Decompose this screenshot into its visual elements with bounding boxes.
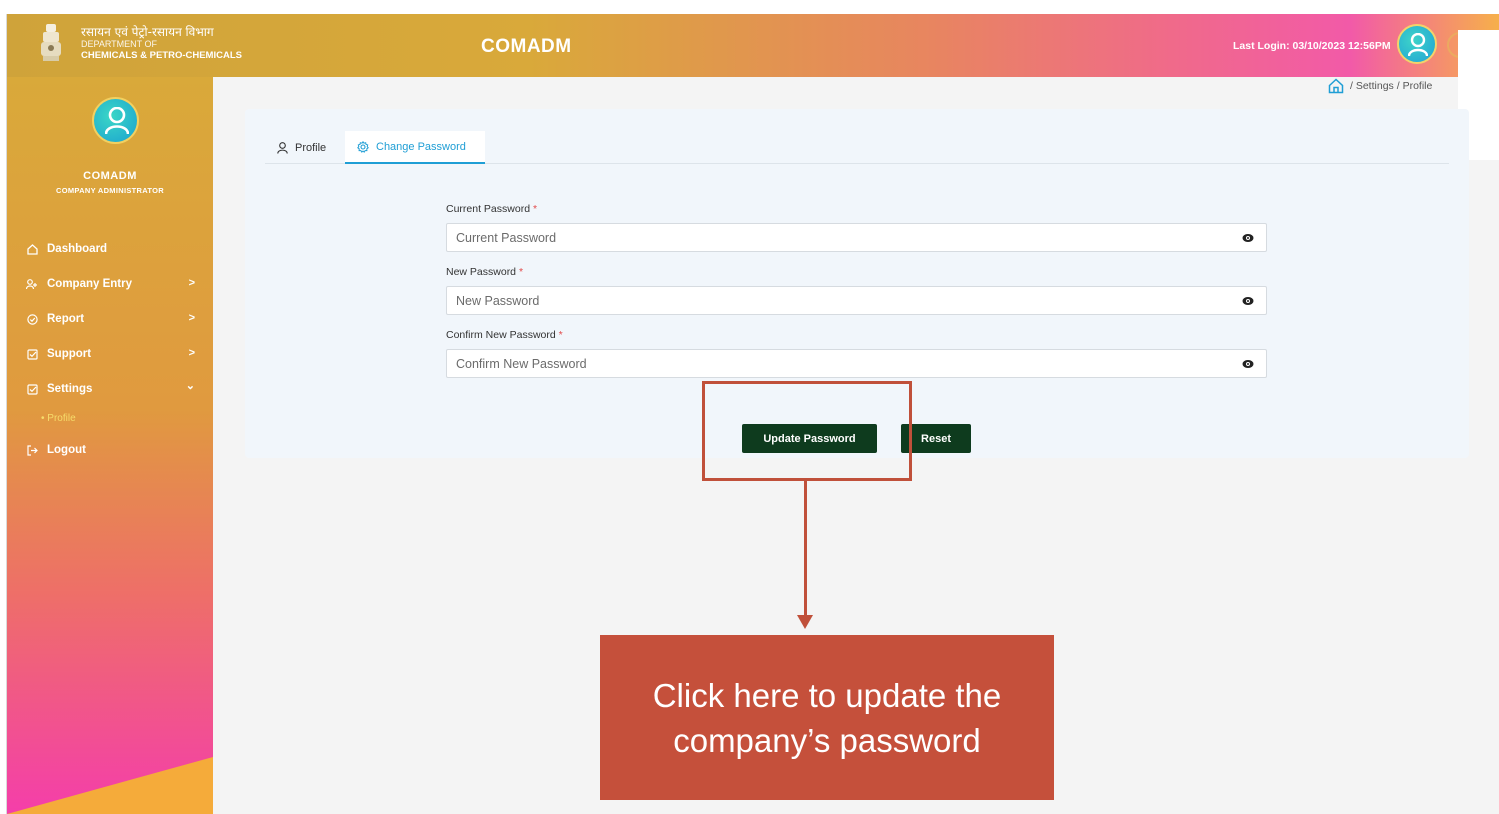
tab-change-password[interactable]: Change Password xyxy=(345,131,485,164)
app-window: रसायन एवं पेट्रो-रसायन विभाग DEPARTMENT … xyxy=(6,14,1499,814)
sidebar-item-label: Dashboard xyxy=(47,243,108,255)
sidebar-avatar xyxy=(92,97,139,144)
department-name: CHEMICALS & PETRO-CHEMICALS xyxy=(81,50,242,61)
current-password-field[interactable] xyxy=(446,223,1267,252)
check-circle-icon xyxy=(25,312,39,326)
breadcrumb-separator: / xyxy=(1350,80,1353,92)
new-password-field[interactable] xyxy=(446,286,1267,315)
annotation-highlight-box xyxy=(702,381,912,481)
current-password-label: Current Password * xyxy=(446,203,537,215)
chevron-down-icon: ⌄ xyxy=(185,380,195,392)
department-name-hindi: रसायन एवं पेट्रो-रसायन विभाग xyxy=(81,25,214,39)
user-plus-icon xyxy=(25,277,39,291)
sidebar-item-label: Support xyxy=(47,348,92,360)
eye-icon[interactable] xyxy=(1242,296,1254,306)
eye-icon[interactable] xyxy=(1242,233,1254,243)
new-password-input[interactable] xyxy=(447,287,1227,314)
sidebar-item-label: Company Entry xyxy=(47,278,132,290)
top-header: रसायन एवं पेट्रो-रसायन विभाग DEPARTMENT … xyxy=(7,14,1499,77)
user-icon xyxy=(1408,33,1428,57)
sidebar-subitem-profile[interactable]: • Profile xyxy=(41,413,76,424)
sidebar-item-report[interactable]: Report > xyxy=(25,309,195,329)
home-icon[interactable] xyxy=(1328,78,1344,94)
checkbox-icon xyxy=(25,382,39,396)
tab-profile-label: Profile xyxy=(295,141,327,154)
gear-icon xyxy=(357,140,369,153)
annotation-arrow-line xyxy=(804,481,807,617)
confirm-password-label: Confirm New Password * xyxy=(446,329,563,341)
tab-change-password-label: Change Password xyxy=(376,140,466,153)
department-branding: रसायन एवं पेट्रो-रसायन विभाग DEPARTMENT … xyxy=(81,26,242,62)
chevron-right-icon: > xyxy=(188,312,195,324)
sidebar-item-label: Settings xyxy=(47,383,93,395)
required-mark: * xyxy=(518,266,524,278)
sidebar-user-role: COMPANY ADMINISTRATOR xyxy=(56,186,164,195)
confirm-password-input[interactable] xyxy=(447,350,1227,377)
eye-icon[interactable] xyxy=(1242,359,1254,369)
current-password-label-text: Current Password xyxy=(446,203,531,215)
confirm-password-field[interactable] xyxy=(446,349,1267,378)
home-icon xyxy=(25,242,39,256)
user-avatar[interactable] xyxy=(1397,24,1437,64)
required-mark: * xyxy=(532,203,538,215)
sidebar-item-support[interactable]: Support > xyxy=(25,344,195,364)
breadcrumb-profile: Profile xyxy=(1402,80,1433,92)
department-of-label: DEPARTMENT OF xyxy=(81,39,158,49)
user-icon xyxy=(105,107,129,135)
sidebar-decoration xyxy=(7,757,213,814)
breadcrumb-separator: / xyxy=(1396,80,1400,92)
new-password-label-text: New Password xyxy=(446,266,517,278)
breadcrumb: / Settings / Profile xyxy=(1328,78,1432,94)
last-login-text: Last Login: 03/10/2023 12:56PM xyxy=(1233,40,1391,52)
sidebar: COMADM COMPANY ADMINISTRATOR Dashboard C… xyxy=(7,77,213,814)
current-password-input[interactable] xyxy=(447,224,1227,251)
tab-bar: Profile Change Password xyxy=(265,131,1449,164)
sidebar-user-name: COMADM xyxy=(83,170,137,182)
sidebar-item-label: Report xyxy=(47,313,85,325)
national-emblem-icon xyxy=(41,24,61,61)
tab-profile[interactable]: Profile xyxy=(277,131,326,164)
chevron-right-icon: > xyxy=(188,347,195,359)
new-password-label: New Password * xyxy=(446,266,523,278)
checkbox-icon xyxy=(25,347,39,361)
logout-icon xyxy=(25,443,39,457)
annotation-arrow-head-icon xyxy=(797,615,813,629)
confirm-password-label-text: Confirm New Password xyxy=(446,329,556,341)
sidebar-item-settings[interactable]: Settings ⌄ xyxy=(25,379,195,399)
user-icon xyxy=(277,141,288,154)
required-mark: * xyxy=(558,329,563,341)
breadcrumb-settings[interactable]: Settings xyxy=(1356,80,1394,92)
app-title: COMADM xyxy=(481,36,572,57)
annotation-callout: Click here to update the company’s passw… xyxy=(600,635,1054,800)
sidebar-item-dashboard[interactable]: Dashboard xyxy=(25,239,195,259)
sidebar-item-logout[interactable]: Logout xyxy=(25,440,195,460)
sidebar-item-label: Logout xyxy=(47,444,86,456)
chevron-right-icon: > xyxy=(188,277,195,289)
sidebar-item-company-entry[interactable]: Company Entry > xyxy=(25,274,195,294)
